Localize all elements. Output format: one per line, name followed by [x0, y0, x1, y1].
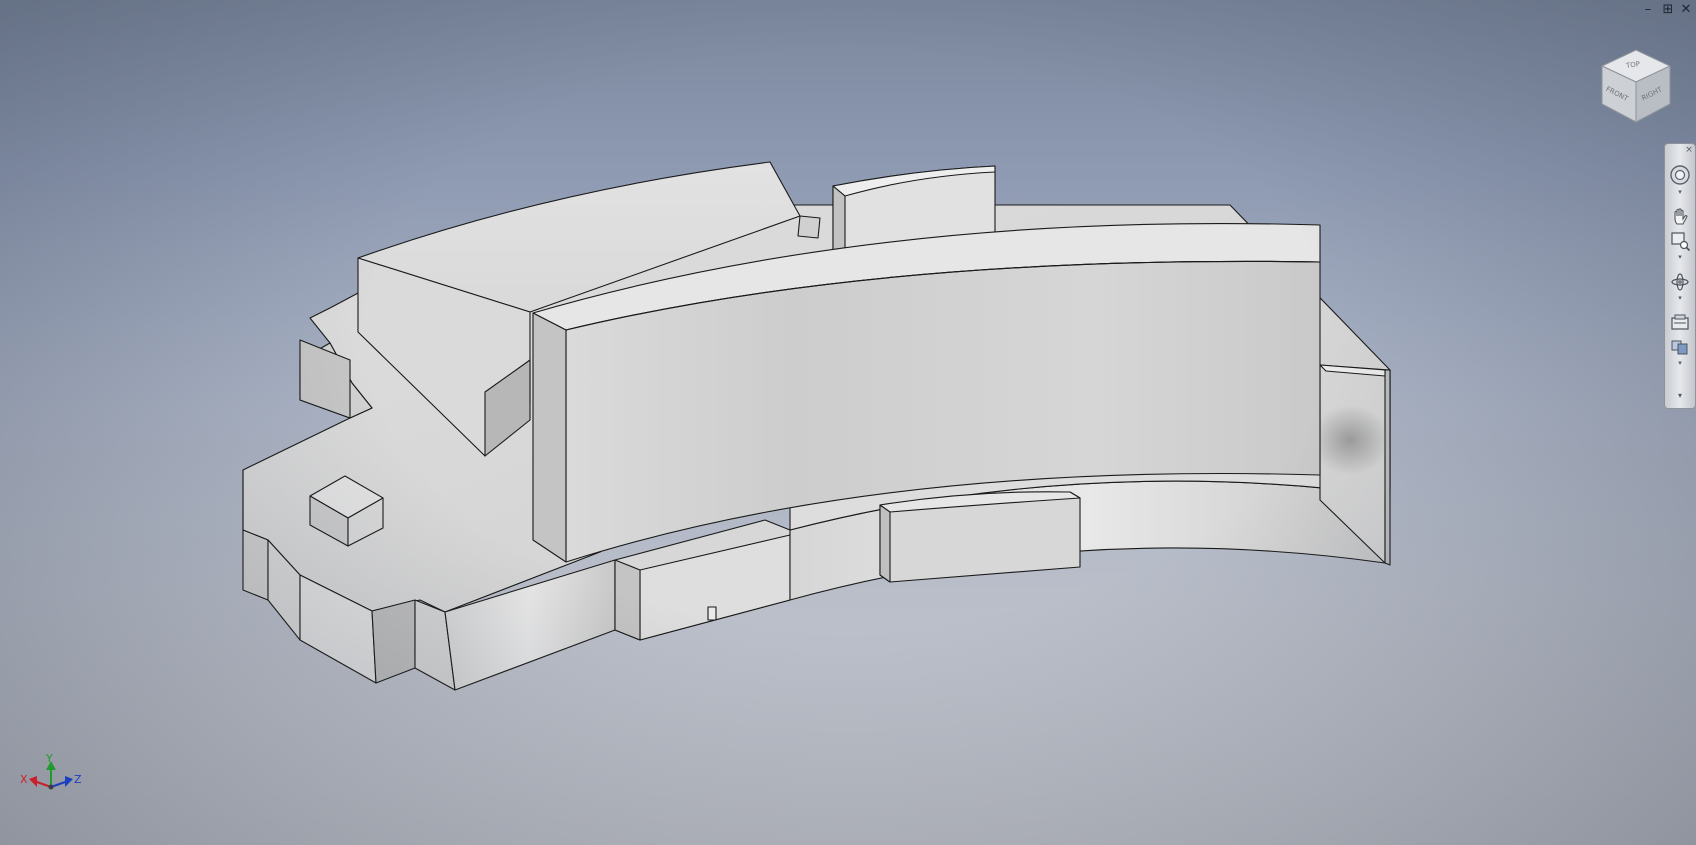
building-model[interactable]: [0, 0, 1696, 845]
view-style-icon[interactable]: [1668, 336, 1692, 358]
viewcube-top-label[interactable]: TOP: [1625, 58, 1641, 72]
navigation-wheel-dropdown[interactable]: ▾: [1676, 189, 1684, 196]
orbit-dropdown[interactable]: ▾: [1676, 295, 1684, 302]
full-navigation-wheel-icon[interactable]: [1668, 164, 1692, 186]
navbar-close-button[interactable]: ×: [1685, 146, 1693, 155]
navbar-customize-button[interactable]: ▾: [1676, 392, 1684, 400]
coordinate-triad: X Y Z: [18, 752, 84, 796]
navigation-bar: × ▾ ▾ ▾ ▾ ▾: [1664, 143, 1696, 409]
minimize-button[interactable]: –: [1640, 2, 1656, 18]
orbit-icon[interactable]: [1668, 271, 1692, 293]
graphics-viewport[interactable]: – ⊞ ✕ TOP FRONT RIGHT × ▾ ▾ ▾ ▾ ▾ X Y Z: [0, 0, 1696, 845]
pan-hand-icon[interactable]: [1668, 206, 1692, 228]
y-axis-label: Y: [46, 752, 53, 765]
view-style-dropdown[interactable]: ▾: [1676, 360, 1684, 367]
z-axis-label: Z: [74, 773, 82, 786]
look-at-icon[interactable]: [1668, 312, 1692, 334]
zoom-dropdown[interactable]: ▾: [1676, 254, 1684, 261]
restore-button[interactable]: ⊞: [1660, 2, 1676, 18]
close-button[interactable]: ✕: [1678, 2, 1694, 18]
viewcube[interactable]: TOP FRONT RIGHT: [1596, 44, 1676, 128]
model-geometry: [242, 161, 1391, 691]
zoom-window-icon[interactable]: [1668, 230, 1692, 252]
x-axis-label: X: [20, 773, 28, 786]
